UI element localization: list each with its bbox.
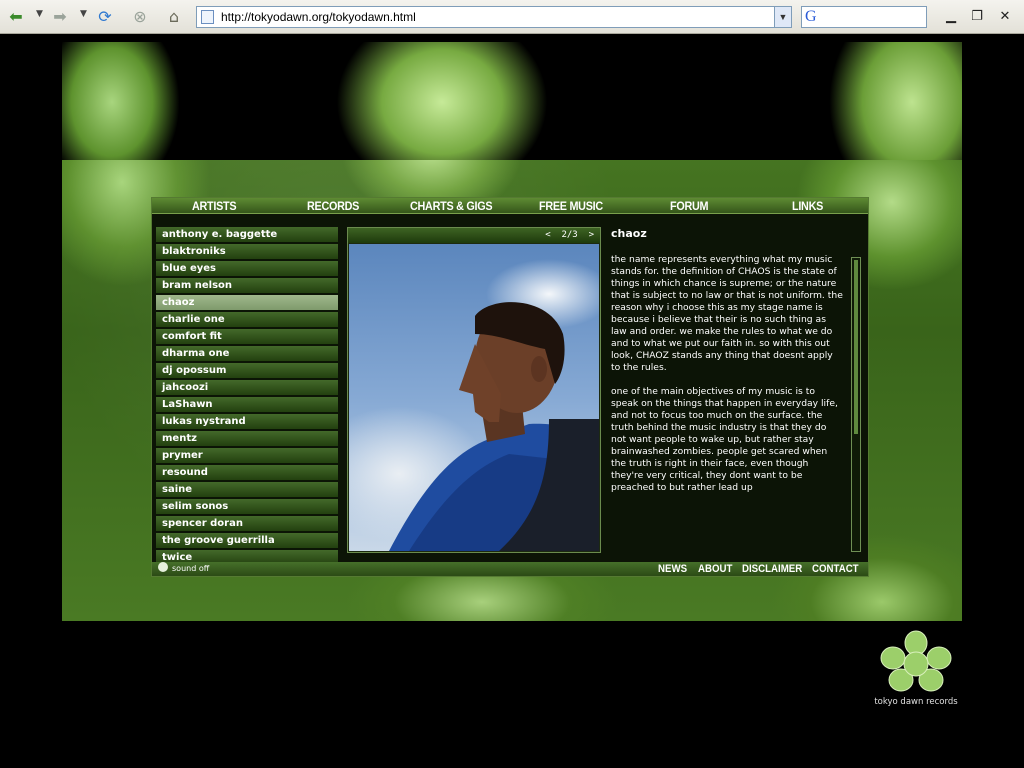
photo-prev-button[interactable]: < [545,230,550,240]
nav-free-music[interactable]: FREE MUSIC [539,198,603,214]
photo-counter: 2/3 [561,230,578,240]
artist-name: chaoz [611,227,647,240]
artist-list-item[interactable]: blue eyes [156,261,338,277]
page-icon [201,10,214,24]
flower-icon [158,562,168,572]
bottom-bar: sound off NEWS ABOUT DISCLAIMER CONTACT [152,562,868,576]
artist-list-item[interactable]: dharma one [156,346,338,362]
footer-about[interactable]: ABOUT [698,562,732,576]
footer-news[interactable]: NEWS [658,562,687,576]
close-icon[interactable]: ✕ [996,8,1014,26]
search-box[interactable]: G [801,6,927,28]
logo-label: tokyo dawn records [874,697,958,707]
artist-list-item[interactable]: spencer doran [156,516,338,532]
footer-contact[interactable]: CONTACT [812,562,859,576]
nav-records[interactable]: RECORDS [307,198,359,214]
forward-arrow-icon[interactable]: ➡ [50,7,70,27]
artist-photo [349,244,599,551]
reload-icon[interactable]: ⟳ [95,7,115,27]
browser-toolbar: ⬅ ▼ ➡ ▼ ⟳ ⊗ ⌂ http://tokyodawn.org/tokyo… [0,0,1024,34]
minimize-icon[interactable]: ▁ [942,8,960,26]
artist-list-item[interactable]: blaktroniks [156,244,338,260]
photo-viewer: < 2/3 > [347,227,601,553]
footer-disclaimer[interactable]: DISCLAIMER [742,562,802,576]
nav-forum[interactable]: FORUM [670,198,709,214]
scrollbar-thumb[interactable] [854,260,858,434]
sound-label: sound off [172,564,210,573]
bio-paragraph: the name represents everything what my m… [611,254,843,373]
artist-list-item[interactable]: charlie one [156,312,338,328]
bio-scrollbar[interactable] [851,257,861,552]
nav-artists[interactable]: ARTISTS [192,198,237,214]
address-bar[interactable]: http://tokyodawn.org/tokyodawn.html ▼ [196,6,792,28]
artist-list-item[interactable]: selim sonos [156,499,338,515]
artist-list-item[interactable]: bram nelson [156,278,338,294]
artist-list-item[interactable]: lukas nystrand [156,414,338,430]
artist-bio: the name represents everything what my m… [611,254,843,526]
nav-charts-gigs[interactable]: CHARTS & GIGS [410,198,493,214]
artist-list-item[interactable]: jahcoozi [156,380,338,396]
artist-info: chaoz the name represents everything wha… [611,227,863,526]
stop-icon[interactable]: ⊗ [130,7,150,27]
address-url: http://tokyodawn.org/tokyodawn.html [221,10,416,24]
artist-list-item[interactable]: resound [156,465,338,481]
artist-list-item[interactable]: comfort fit [156,329,338,345]
artist-list-item[interactable]: saine [156,482,338,498]
back-arrow-icon[interactable]: ⬅ [6,7,26,27]
artist-list: anthony e. baggette blaktroniks blue eyes b… [156,227,338,567]
artist-list-item[interactable]: prymer [156,448,338,464]
address-dropdown-icon[interactable]: ▼ [774,7,791,27]
tokyo-dawn-logo[interactable]: tokyo dawn records [868,628,964,708]
sound-toggle[interactable]: sound off [158,562,209,576]
forward-history-dropdown-icon[interactable]: ▼ [80,9,87,19]
artist-list-item[interactable]: anthony e. baggette [156,227,338,243]
back-history-dropdown-icon[interactable]: ▼ [36,9,43,19]
photo-next-button[interactable]: > [589,230,594,240]
artist-list-item[interactable]: LaShawn [156,397,338,413]
photo-pager: < 2/3 > [348,228,600,243]
artist-list-item[interactable]: dj opossum [156,363,338,379]
search-engine-logo: G [805,8,817,25]
bio-paragraph: one of the main objectives of my music i… [611,386,838,493]
restore-icon[interactable]: ❐ [968,8,986,26]
artist-list-item[interactable]: mentz [156,431,338,447]
flower-logo-icon [880,630,952,692]
top-navigation: ARTISTS RECORDS CHARTS & GIGS FREE MUSIC… [152,198,868,214]
artist-list-item[interactable]: chaoz [156,295,338,311]
nav-links[interactable]: LINKS [792,198,823,214]
home-icon[interactable]: ⌂ [164,7,184,27]
artist-list-item[interactable]: the groove guerrilla [156,533,338,549]
main-panel: ARTISTS RECORDS CHARTS & GIGS FREE MUSIC… [151,197,869,577]
artist-portrait-illustration [389,302,599,551]
